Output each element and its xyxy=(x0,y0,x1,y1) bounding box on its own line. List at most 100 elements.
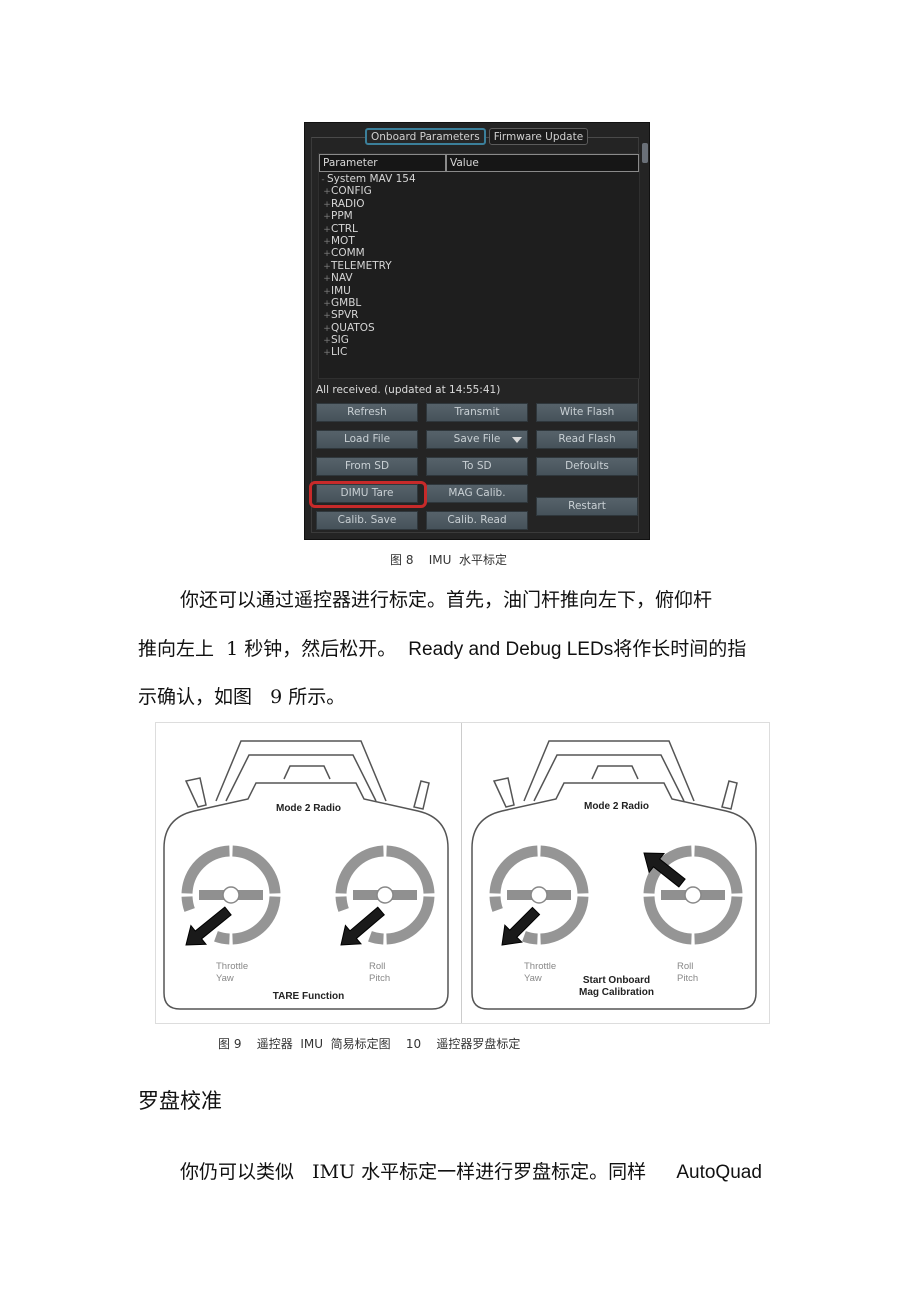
paragraph-1-line-2: 推向左上 1 秒钟，然后松开。 Ready and Debug LEDs将作长时… xyxy=(138,634,746,661)
paragraph-2-latin: AutoQuad xyxy=(676,1162,762,1183)
stick-ring-segment xyxy=(489,845,538,894)
tree-group-item[interactable]: +SPVR xyxy=(319,309,639,321)
stick-knob xyxy=(376,886,394,904)
tree-group-label: PPM xyxy=(331,210,353,223)
tree-group-label: MOT xyxy=(331,234,355,247)
tab-firmware-update[interactable]: Firmware Update xyxy=(488,128,589,145)
read-flash-button[interactable]: Read Flash xyxy=(536,430,638,449)
tree-group-label: IMU xyxy=(331,284,351,297)
dropdown-arrow-icon[interactable] xyxy=(512,437,522,443)
column-header-value[interactable]: Value xyxy=(446,154,639,172)
calib-read-button[interactable]: Calib. Read xyxy=(426,511,528,530)
tree-group-label: CTRL xyxy=(331,222,358,235)
tree-group-item[interactable]: +GMBL xyxy=(319,297,639,309)
tree-group-label: LIC xyxy=(331,346,348,359)
paragraph-1-line-2-end: 将作长时间的指 xyxy=(613,638,747,660)
stick-ring-segment xyxy=(232,845,281,894)
paragraph-1-latin: Ready and Debug LEDs xyxy=(408,639,614,660)
figure-divider xyxy=(461,723,462,1023)
defaults-button[interactable]: Defoults xyxy=(536,457,638,476)
tree-group-item[interactable]: +CONFIG xyxy=(319,185,639,197)
transmit-button[interactable]: Transmit xyxy=(426,403,528,422)
radio-title: Mode 2 Radio xyxy=(583,801,649,812)
stick-knob xyxy=(530,886,548,904)
tree-group-item[interactable]: +IMU xyxy=(319,285,639,297)
tree-group-label: QUATOS xyxy=(331,321,375,334)
restart-button[interactable]: Restart xyxy=(536,497,638,516)
save-file-label: Save File xyxy=(453,433,501,445)
stick-ring-segment xyxy=(643,896,692,945)
stick-ring-segment xyxy=(181,896,195,912)
function-label: TARE Function xyxy=(272,991,345,1002)
tree-group-item[interactable]: +TELEMETRY xyxy=(319,260,639,272)
expand-icon[interactable]: + xyxy=(323,211,331,223)
tree-group-item[interactable]: +RADIO xyxy=(319,198,639,210)
mag-calib-button[interactable]: MAG Calib. xyxy=(426,484,528,503)
tree-group-item[interactable]: +SIG xyxy=(319,334,639,346)
paragraph-1-line-1: 你还可以通过遥控器进行标定。首先，油门杆推向左下，俯仰杆 xyxy=(180,589,713,611)
stick-ring-segment xyxy=(694,896,743,945)
stick-ring-segment xyxy=(214,931,230,945)
figure-tare-radio: Mode 2 Radio Throttle Yaw Roll Pitch TAR… xyxy=(156,723,461,1025)
to-sd-button[interactable]: To SD xyxy=(426,457,528,476)
expand-icon[interactable]: + xyxy=(323,273,331,285)
figure-mag-radio: Mode 2 Radio Throttle Yaw Roll Pitch Sta… xyxy=(464,723,769,1025)
handle-inner xyxy=(225,754,377,802)
stick-ring-segment xyxy=(181,845,230,894)
tab-onboard-parameters[interactable]: Onboard Parameters xyxy=(365,128,486,145)
arrow-shape xyxy=(501,906,541,946)
tree-group-label: RADIO xyxy=(331,197,365,210)
save-file-button[interactable]: Save File xyxy=(426,430,528,449)
expand-icon[interactable]: + xyxy=(323,347,331,359)
top-bump xyxy=(283,765,331,780)
radio-title: Mode 2 Radio xyxy=(275,803,341,814)
paragraph-2-text: 你仍可以类似 IMU 水平标定一样进行罗盘标定。同样 xyxy=(180,1161,677,1183)
table-header: Parameter Value xyxy=(319,154,639,172)
expand-icon[interactable]: + xyxy=(323,248,331,260)
radio-transmitter-illustration xyxy=(163,740,449,1010)
from-sd-button[interactable]: From SD xyxy=(316,457,418,476)
load-file-button[interactable]: Load File xyxy=(316,430,418,449)
tree-group-label: CONFIG xyxy=(331,185,372,198)
dimu-tare-button[interactable]: DIMU Tare xyxy=(316,484,418,503)
stick-ring-segment xyxy=(386,896,435,945)
tree-group-label: SPVR xyxy=(331,309,359,322)
expand-icon[interactable]: + xyxy=(323,310,331,322)
stick-ring-segment xyxy=(232,896,281,945)
tree-group-item[interactable]: +LIC xyxy=(319,346,639,358)
tree-group-item[interactable]: +NAV xyxy=(319,272,639,284)
tree-group-label: GMBL xyxy=(331,296,362,309)
stick-ring-segment xyxy=(694,845,743,894)
section-heading: 罗盘校准 xyxy=(138,1089,222,1113)
stick-ring-segment xyxy=(522,931,538,945)
direction-arrow xyxy=(501,906,541,946)
parameter-tree[interactable]: Parameter Value - System MAV 154 +CONFIG +… xyxy=(318,153,640,379)
tree-root-system[interactable]: - System MAV 154 xyxy=(319,173,639,185)
refresh-button[interactable]: Refresh xyxy=(316,403,418,422)
tree-group-label: COMM xyxy=(331,247,365,260)
calib-save-button[interactable]: Calib. Save xyxy=(316,511,418,530)
tree-group-label: TELEMETRY xyxy=(331,259,392,272)
stick-knob xyxy=(222,886,240,904)
radio-figures: Mode 2 Radio Throttle Yaw Roll Pitch TAR… xyxy=(155,722,770,1024)
stick-ring-segment xyxy=(540,845,589,894)
figure-8-caption: 图 8 IMU 水平标定 xyxy=(390,553,508,567)
tree-group-item[interactable]: +MOT xyxy=(319,235,639,247)
tree-group-item[interactable]: +QUATOS xyxy=(319,322,639,334)
write-flash-button[interactable]: Wite Flash xyxy=(536,403,638,422)
scrollbar-handle[interactable] xyxy=(642,143,648,163)
function-label: Start Onboard Mag Calibration xyxy=(578,975,654,998)
tree-group-item[interactable]: +CTRL xyxy=(319,223,639,235)
tree-group-label: NAV xyxy=(331,272,353,285)
stick-ring-segment xyxy=(489,896,503,912)
column-header-parameter[interactable]: Parameter xyxy=(319,154,446,172)
stick-ring-segment xyxy=(368,931,384,945)
left-stick-label: Throttle Yaw xyxy=(216,961,249,984)
tree-group-item[interactable]: +PPM xyxy=(319,210,639,222)
stick-knob xyxy=(684,886,702,904)
stick-ring-segment xyxy=(335,845,384,894)
paragraph-1-line-3: 示确认，如图 9 所示。 xyxy=(138,686,346,708)
expand-icon[interactable]: + xyxy=(323,186,331,198)
tree-root-label: System MAV 154 xyxy=(327,173,416,185)
tree-group-item[interactable]: +COMM xyxy=(319,247,639,259)
